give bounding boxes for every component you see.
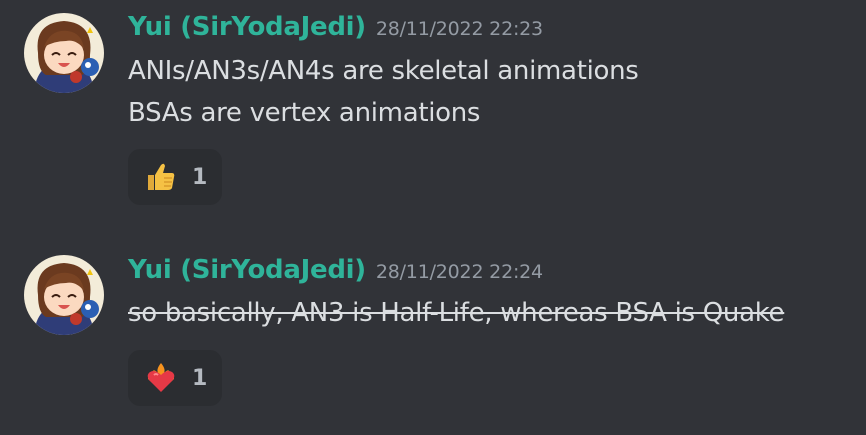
reaction-button[interactable]: 1 <box>128 149 222 205</box>
message-content: so basically, AN3 is Half-Life, whereas … <box>128 292 785 334</box>
reaction-button[interactable]: 1 <box>128 350 222 406</box>
avatar-image <box>24 255 104 335</box>
avatar[interactable] <box>24 255 104 335</box>
message-line: ANIs/AN3s/AN4s are skeletal animations <box>128 56 639 86</box>
thumbs-up-icon <box>144 160 178 194</box>
reaction-count: 1 <box>192 164 208 190</box>
timestamp[interactable]: 28/11/2022 22:24 <box>376 261 543 283</box>
username[interactable]: Yui (SirYodaJedi) <box>128 12 366 42</box>
reaction-count: 1 <box>192 365 208 391</box>
timestamp[interactable]: 28/11/2022 22:23 <box>376 18 543 40</box>
message-header: Yui (SirYodaJedi) 28/11/2022 22:24 <box>128 255 543 285</box>
avatar-image <box>24 13 104 93</box>
heart-on-fire-icon <box>144 361 178 395</box>
message: Yui (SirYodaJedi) 28/11/2022 22:23 ANIs/A… <box>0 0 866 215</box>
message-content: ANIs/AN3s/AN4s are skeletal animations B… <box>128 50 639 134</box>
message-line: so basically, AN3 is Half-Life, whereas … <box>128 298 785 328</box>
username[interactable]: Yui (SirYodaJedi) <box>128 255 366 285</box>
message-line: BSAs are vertex animations <box>128 98 481 128</box>
message-header: Yui (SirYodaJedi) 28/11/2022 22:23 <box>128 12 543 42</box>
avatar[interactable] <box>24 13 104 93</box>
